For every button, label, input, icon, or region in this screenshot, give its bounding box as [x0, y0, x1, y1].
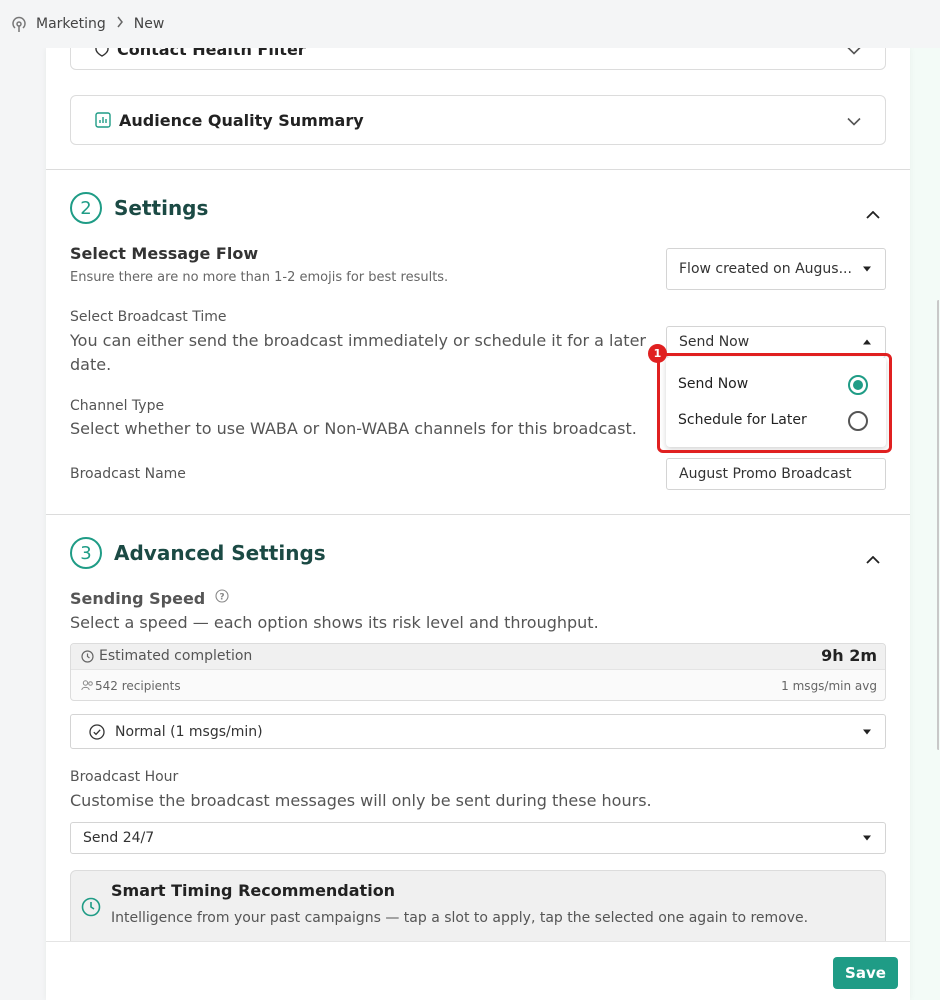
broadcast-time-value: Send Now: [679, 334, 750, 350]
chevron-down-icon: [847, 48, 861, 59]
audience-quality-summary-title: Audience Quality Summary: [119, 110, 364, 130]
advanced-settings-section-header[interactable]: 3 Advanced Settings: [70, 537, 326, 569]
channel-type-description: Select whether to use WABA or Non-WABA c…: [70, 419, 637, 438]
smart-timing-description: Intelligence from your past campaigns — …: [111, 910, 809, 926]
option-schedule-later[interactable]: Schedule for Later: [678, 412, 807, 428]
sending-speed-select[interactable]: Normal (1 msgs/min): [70, 714, 886, 749]
help-icon[interactable]: ?: [215, 589, 229, 603]
broadcast-name-input[interactable]: August Promo Broadcast: [666, 458, 886, 490]
schedule-later-radio[interactable]: [848, 411, 868, 431]
option-schedule-later-label: Schedule for Later: [678, 412, 807, 428]
estimated-completion-box: Estimated completion 9h 2m 542 recipient…: [70, 643, 886, 701]
option-send-now-label: Send Now: [678, 376, 749, 392]
broadcast-hour-value: Send 24/7: [83, 830, 155, 846]
caret-down-icon: [863, 266, 871, 272]
message-flow-value: Flow created on Augus...: [679, 261, 852, 277]
form-footer: Save: [46, 941, 910, 1000]
broadcast-time-description: You can either send the broadcast immedi…: [70, 331, 646, 374]
chart-icon: [95, 112, 111, 128]
broadcast-time-label: Select Broadcast Time: [70, 309, 227, 325]
right-background: [910, 48, 940, 1000]
option-send-now[interactable]: Send Now: [678, 376, 748, 392]
broadcast-time-select[interactable]: Send Now: [666, 326, 886, 358]
average-rate: 1 msgs/min avg: [781, 679, 877, 693]
settings-title: Settings: [114, 196, 209, 220]
channel-type-label: Channel Type: [70, 398, 165, 414]
chevron-down-icon: [847, 111, 861, 130]
breadcrumb-root[interactable]: Marketing: [36, 16, 106, 32]
broadcast-name-value: August Promo Broadcast: [679, 466, 852, 482]
breadcrumb-current: New: [133, 16, 165, 32]
sending-speed-label: Sending Speed ?: [70, 589, 229, 608]
sending-speed-description: Select a speed — each option shows its r…: [70, 613, 599, 632]
users-icon: [81, 680, 94, 691]
clock-icon: [81, 650, 94, 663]
recipients-count: 542 recipients: [95, 679, 181, 693]
advanced-settings-title: Advanced Settings: [114, 541, 326, 565]
broadcast-time-dropdown: Send Now Schedule for Later: [666, 357, 886, 447]
caret-down-icon: [863, 729, 871, 734]
broadcast-name-label: Broadcast Name: [70, 466, 186, 482]
settings-section-header[interactable]: 2 Settings: [70, 192, 208, 224]
message-flow-description: Ensure there are no more than 1-2 emojis…: [70, 270, 449, 285]
contact-health-filter-title: Contact Health Filter: [117, 48, 306, 59]
smart-timing-title: Smart Timing Recommendation: [111, 881, 396, 900]
chevron-right-icon: [116, 16, 124, 32]
message-flow-label: Select Message Flow: [70, 244, 259, 263]
sending-speed-label-text: Sending Speed: [70, 589, 206, 608]
estimated-completion-value: 9h 2m: [821, 646, 877, 665]
section-divider: [46, 169, 910, 170]
caret-up-icon: [863, 339, 871, 345]
broadcast-form-panel: Contact Health Filter Audience Quality S…: [46, 48, 910, 1000]
save-button[interactable]: Save: [833, 957, 898, 989]
chevron-up-icon[interactable]: [866, 204, 880, 223]
smart-timing-box: Smart Timing Recommendation Intelligence…: [70, 870, 886, 950]
shield-icon: [95, 48, 109, 57]
clock-icon: [81, 897, 101, 917]
broadcast-hour-description: Customise the broadcast messages will on…: [70, 791, 652, 810]
chevron-up-icon[interactable]: [866, 549, 880, 568]
broadcast-icon: [10, 15, 28, 33]
broadcast-hour-label: Broadcast Hour: [70, 769, 179, 785]
sending-speed-value: Normal (1 msgs/min): [115, 723, 263, 740]
caret-down-icon: [863, 835, 871, 841]
svg-text:?: ?: [219, 593, 224, 603]
contact-health-filter-card[interactable]: Contact Health Filter: [70, 48, 886, 70]
step-number: 3: [70, 537, 102, 569]
check-circle-icon: [89, 723, 105, 740]
annotation-badge: 1: [648, 344, 667, 363]
estimated-completion-label: Estimated completion: [99, 648, 253, 664]
audience-quality-summary-card[interactable]: Audience Quality Summary: [70, 95, 886, 145]
broadcast-hour-select[interactable]: Send 24/7: [70, 822, 886, 854]
send-now-radio[interactable]: [848, 375, 868, 395]
step-number: 2: [70, 192, 102, 224]
breadcrumb: Marketing New: [0, 0, 940, 48]
message-flow-select[interactable]: Flow created on Augus...: [666, 248, 886, 290]
section-divider: [46, 514, 910, 515]
